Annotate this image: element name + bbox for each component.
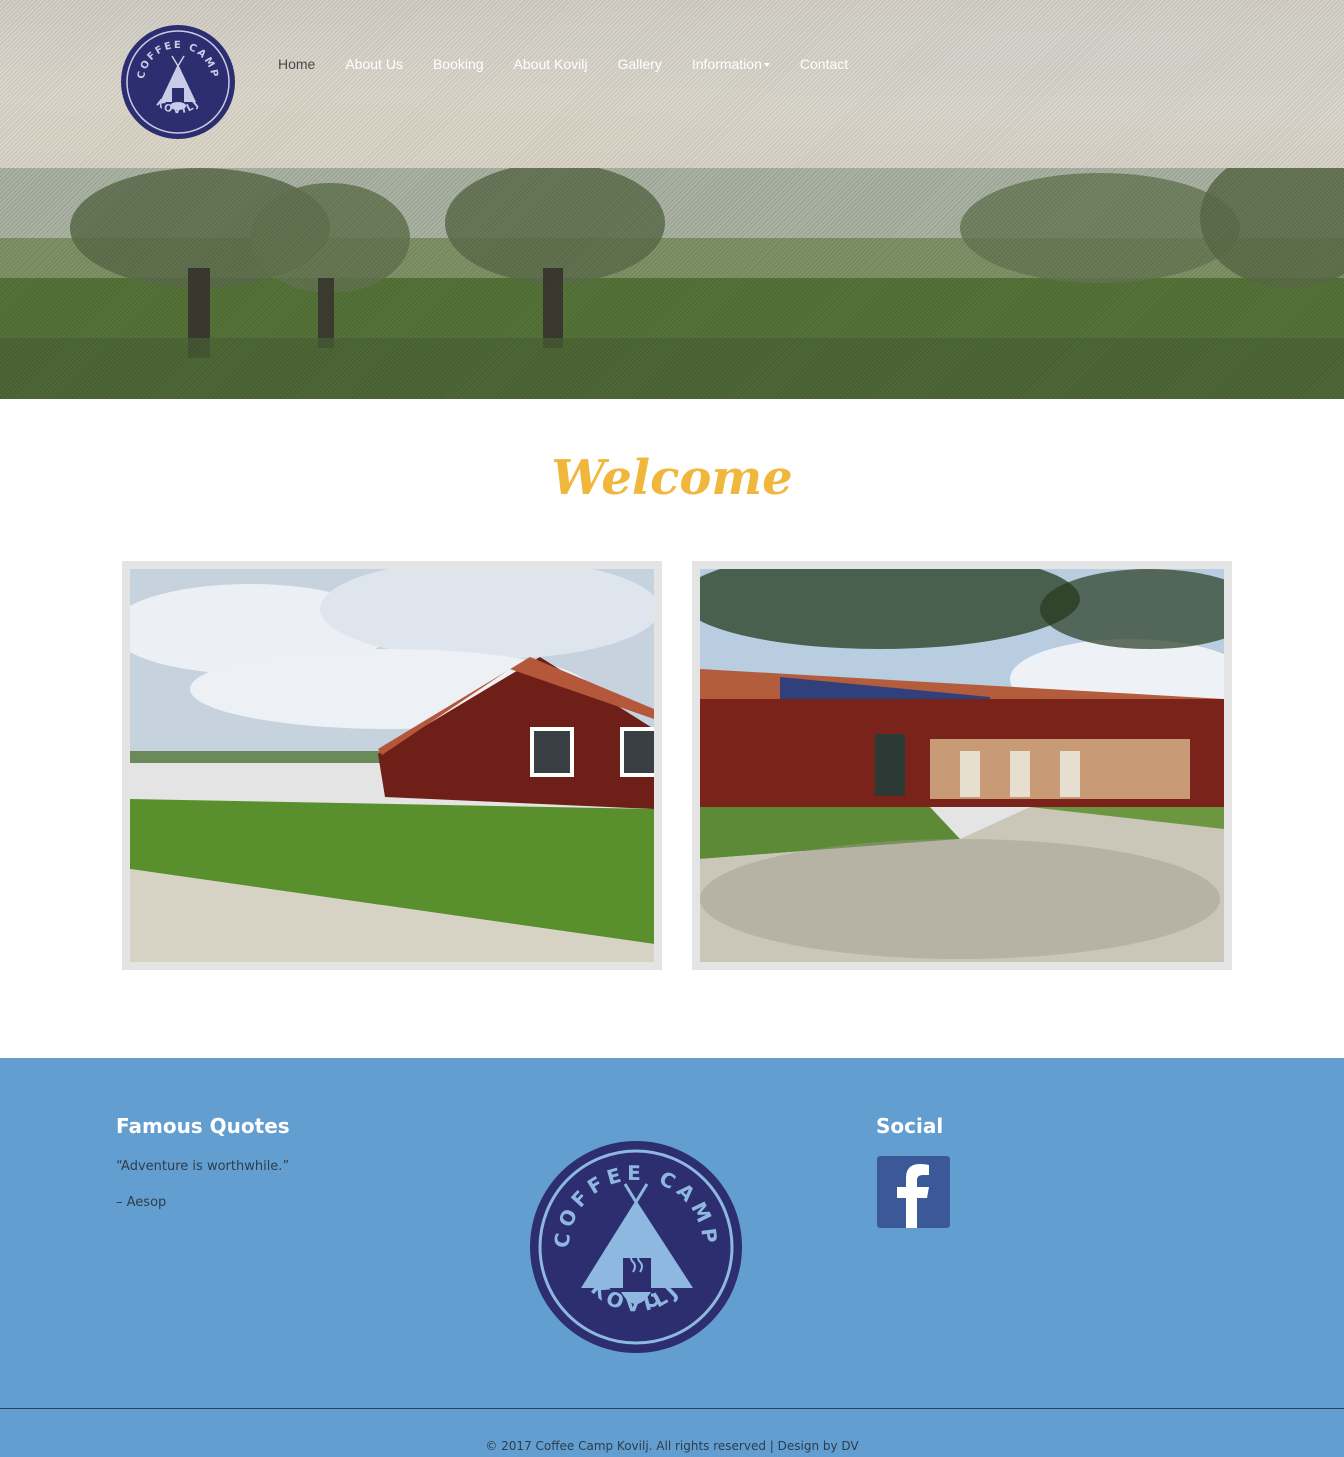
facebook-icon[interactable]: [877, 1156, 950, 1228]
main-nav: Home About Us Booking About Kovilj Galle…: [278, 56, 878, 72]
photo-frame-right: [692, 561, 1232, 970]
famous-quotes-heading: Famous Quotes: [116, 1114, 290, 1138]
quote-author: – Aesop: [116, 1195, 167, 1210]
nav-booking[interactable]: Booking: [433, 56, 484, 72]
quote-text: “Adventure is worthwhile.”: [116, 1159, 290, 1174]
hero-overlay: [0, 168, 1344, 399]
nav-information[interactable]: Information: [692, 56, 770, 72]
site-footer: Famous Quotes “Adventure is worthwhile.”…: [0, 1058, 1344, 1457]
coffee-camp-logo[interactable]: COFFEE CAMP KOVILJ: [120, 24, 236, 140]
hero-banner: [0, 168, 1344, 399]
chevron-down-icon: [763, 63, 770, 68]
social-heading: Social: [876, 1114, 944, 1138]
nav-about-us[interactable]: About Us: [345, 56, 403, 72]
nav-about-kovilj[interactable]: About Kovilj: [514, 56, 588, 72]
page-title: Welcome: [551, 450, 793, 506]
nav-home[interactable]: Home: [278, 56, 315, 72]
photo-frame-left: [122, 561, 662, 970]
nav-gallery[interactable]: Gallery: [617, 56, 661, 72]
copyright-text: © 2017 Coffee Camp Kovilj. All rights re…: [485, 1439, 859, 1453]
footer-divider: [0, 1408, 1344, 1409]
nav-information-label: Information: [691, 56, 762, 72]
nav-contact[interactable]: Contact: [800, 56, 848, 72]
site-header: COFFEE CAMP KOVILJ Home About Us Booking…: [0, 0, 1344, 168]
cabin-lawn-photo[interactable]: [130, 569, 654, 962]
camp-building-photo[interactable]: [700, 569, 1224, 962]
footer-logo: COFFEE CAMP KOVILJ: [530, 1141, 742, 1353]
